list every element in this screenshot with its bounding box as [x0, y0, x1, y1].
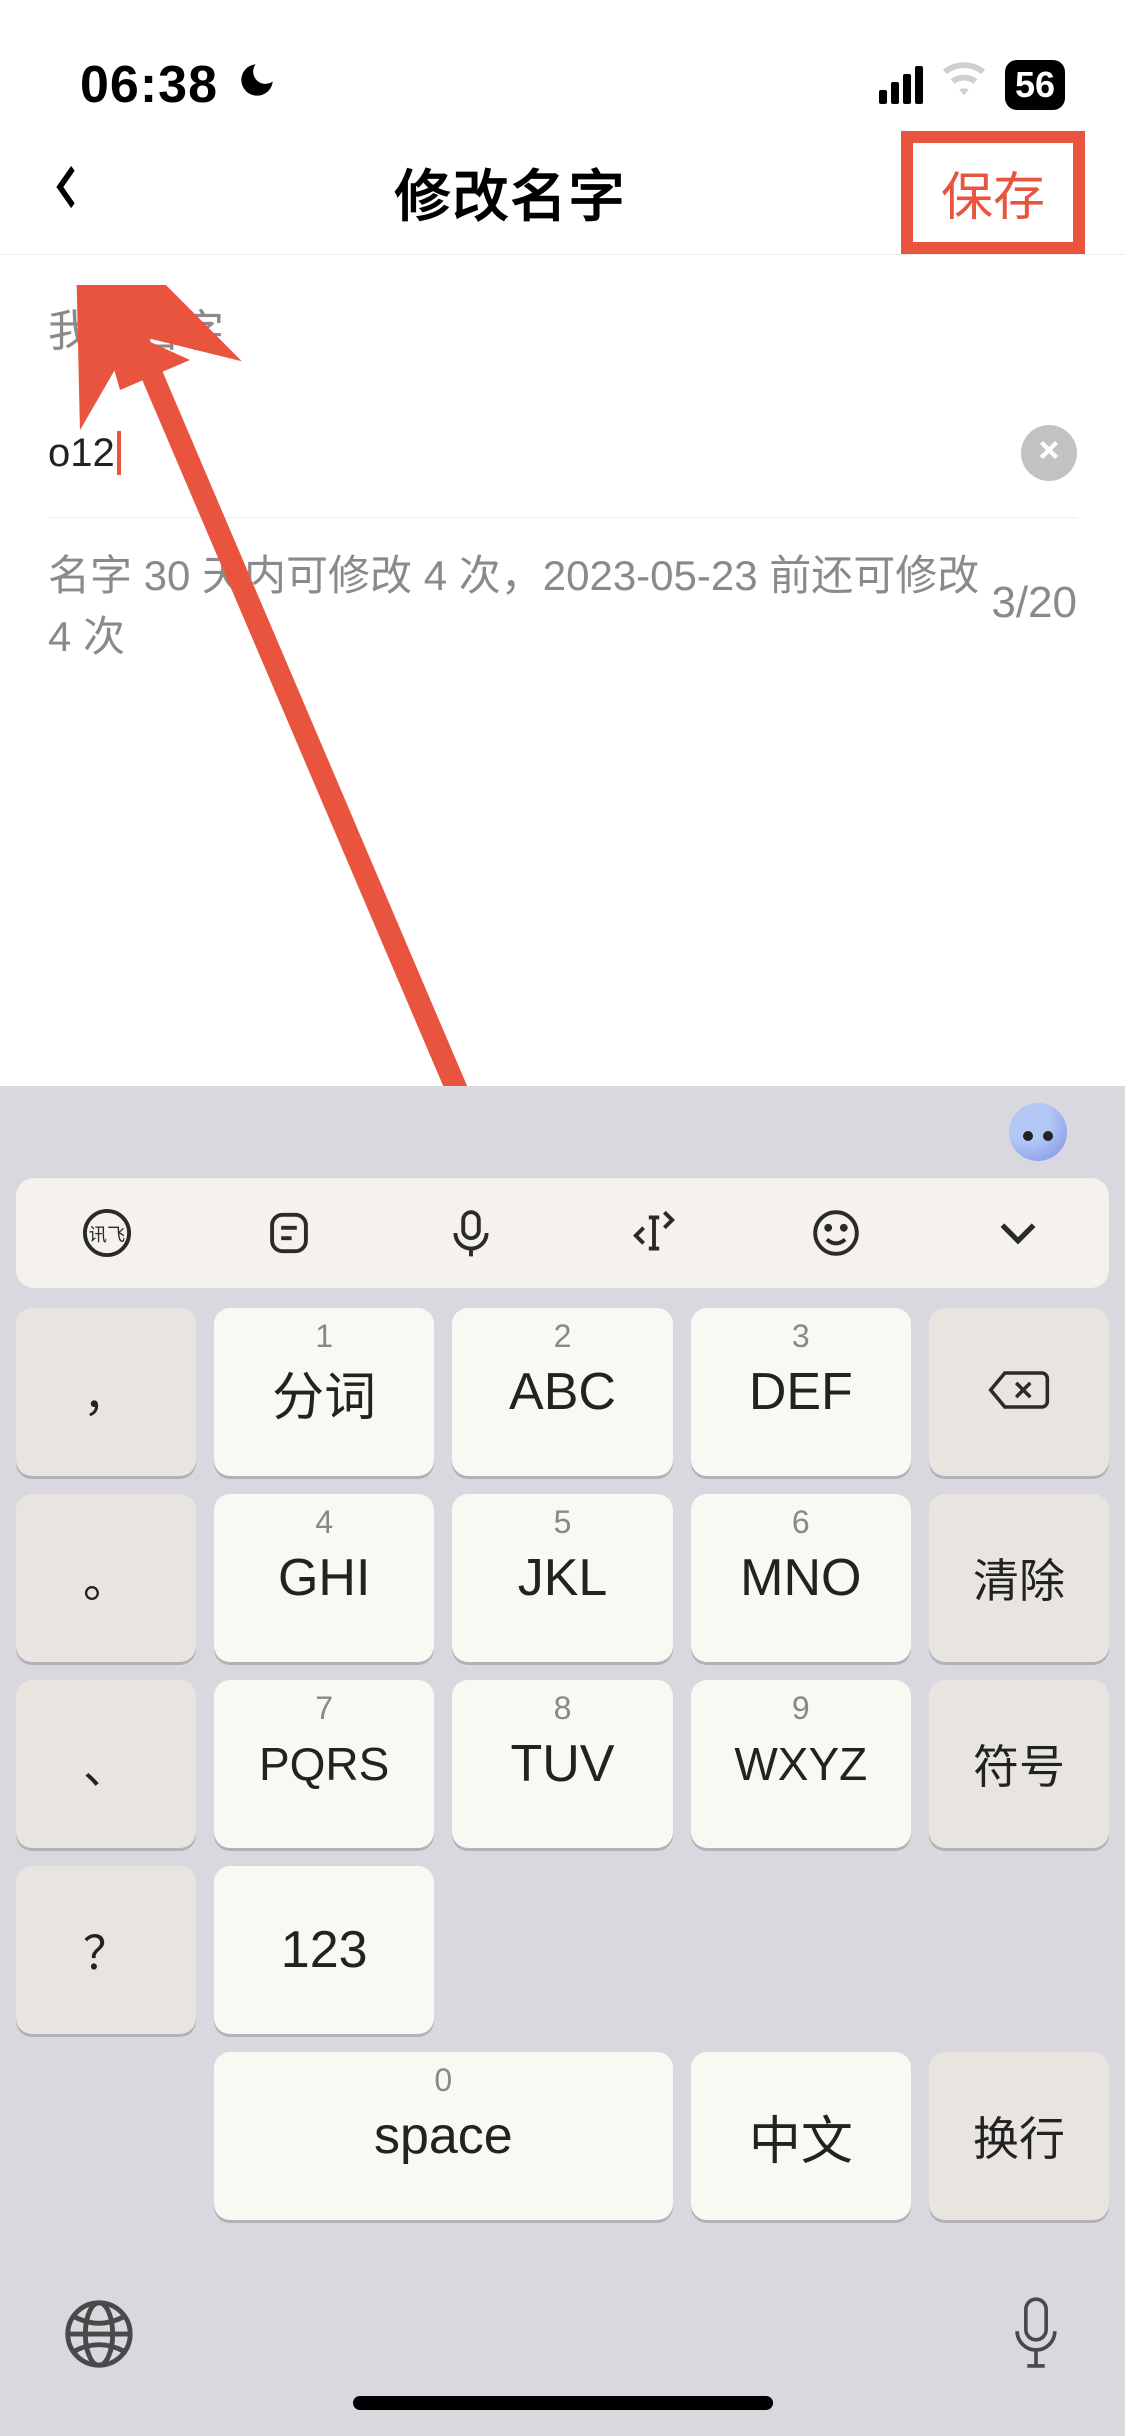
navigation-bar: 修改名字 保存 [0, 130, 1125, 255]
keyboard-brand-button[interactable]: 讯飞 [77, 1203, 137, 1263]
microphone-icon [1007, 2293, 1065, 2375]
text-cursor [117, 431, 121, 475]
status-bar: 06:38 56 [0, 0, 1125, 130]
status-indicators: 56 [879, 57, 1065, 113]
key-9-wxyz[interactable]: 9WXYZ [691, 1680, 911, 1848]
name-input-value: o12 [48, 431, 115, 476]
key-3-def[interactable]: 3DEF [691, 1308, 911, 1476]
key-1-fenci[interactable]: 1分词 [214, 1308, 434, 1476]
field-label: 我的名字 [48, 255, 1077, 389]
key-6-mno[interactable]: 6MNO [691, 1494, 911, 1662]
key-123[interactable]: 123 [214, 1866, 434, 2034]
page-title: 修改名字 [394, 152, 626, 233]
key-punct-question[interactable]: ？ [16, 1866, 196, 2034]
key-space[interactable]: 0space [214, 2052, 673, 2220]
wifi-icon [941, 57, 987, 113]
battery-icon: 56 [1005, 60, 1065, 110]
key-backspace[interactable] [929, 1308, 1109, 1476]
moon-icon [236, 58, 278, 112]
key-4-ghi[interactable]: 4GHI [214, 1494, 434, 1662]
keyboard-voice-button[interactable] [441, 1203, 501, 1263]
dictation-button[interactable] [1007, 2293, 1065, 2380]
keyboard-brand-icon[interactable] [1009, 1103, 1067, 1161]
globe-button[interactable] [60, 2295, 138, 2378]
key-chinese[interactable]: 中文 [691, 2052, 911, 2220]
key-8-tuv[interactable]: 8TUV [452, 1680, 672, 1848]
close-icon [1034, 432, 1064, 474]
name-input-row[interactable]: o12 [48, 389, 1077, 518]
svg-text:讯飞: 讯飞 [89, 1225, 125, 1245]
back-button[interactable] [40, 153, 120, 231]
key-clear[interactable]: 清除 [929, 1494, 1109, 1662]
key-punct-slash[interactable]: 、 [16, 1680, 196, 1848]
keyboard-logo-row [0, 1086, 1125, 1178]
key-symbols[interactable]: 符号 [929, 1680, 1109, 1848]
keyboard-toolbar: 讯飞 [16, 1178, 1109, 1288]
battery-level: 56 [1015, 64, 1055, 106]
keyboard: 讯飞 ， 1分词 2ABC 3DEF 。 4GHI 5JKL 6MNO 清除 [0, 1086, 1125, 2436]
key-punct-period[interactable]: 。 [16, 1494, 196, 1662]
keyboard-grid: ， 1分词 2ABC 3DEF 。 4GHI 5JKL 6MNO 清除 、 7P… [0, 1308, 1125, 2236]
status-time-group: 06:38 [80, 55, 278, 115]
chevron-left-icon [48, 153, 87, 231]
status-time: 06:38 [80, 55, 218, 115]
keyboard-clipboard-button[interactable] [259, 1203, 319, 1263]
save-button[interactable]: 保存 [901, 131, 1085, 254]
keyboard-emoji-button[interactable] [806, 1203, 866, 1263]
hint-row: 名字 30 天内可修改 4 次，2023-05-23 前还可修改 4 次 3/2… [48, 518, 1077, 688]
home-indicator[interactable] [353, 2396, 773, 2410]
key-7-pqrs[interactable]: 7PQRS [214, 1680, 434, 1848]
content-area: 我的名字 o12 名字 30 天内可修改 4 次，2023-05-23 前还可修… [0, 255, 1125, 688]
hint-text: 名字 30 天内可修改 4 次，2023-05-23 前还可修改 4 次 [48, 542, 991, 664]
character-counter: 3/20 [991, 578, 1077, 628]
backspace-icon [985, 1366, 1053, 1419]
globe-icon [60, 2295, 138, 2373]
clear-button[interactable] [1021, 425, 1077, 481]
keyboard-cursor-button[interactable] [624, 1203, 684, 1263]
key-return[interactable]: 换行 [929, 2052, 1109, 2220]
key-5-jkl[interactable]: 5JKL [452, 1494, 672, 1662]
cellular-icon [879, 66, 923, 104]
key-2-abc[interactable]: 2ABC [452, 1308, 672, 1476]
keyboard-collapse-button[interactable] [988, 1203, 1048, 1263]
key-punct-comma[interactable]: ， [16, 1308, 196, 1476]
name-input[interactable]: o12 [48, 431, 121, 476]
